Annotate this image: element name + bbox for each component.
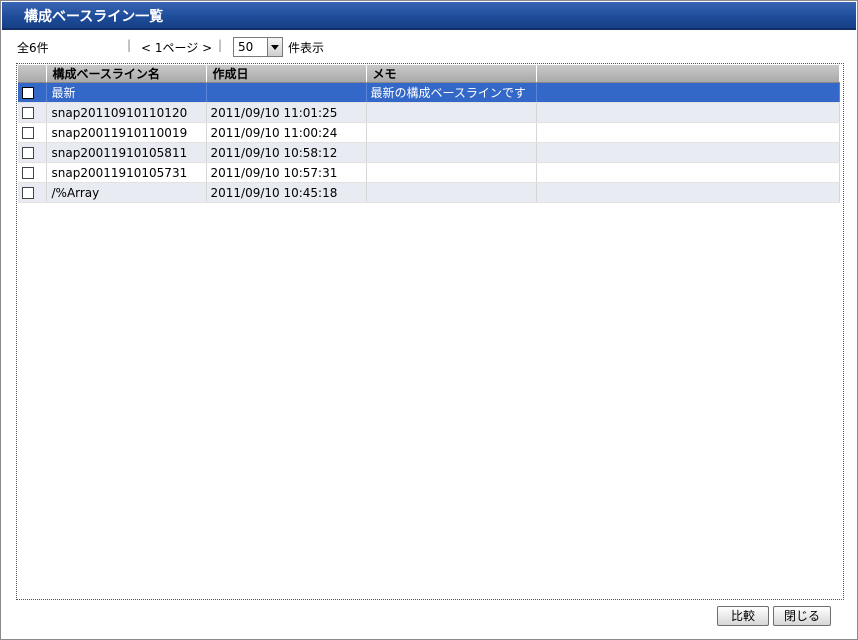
cell-date: 2011/09/10 10:57:31: [206, 162, 367, 183]
cell-filler: [536, 102, 840, 123]
page-navigator[interactable]: < 1ページ >: [141, 39, 212, 56]
table-row[interactable]: snap20011910110019 2011/09/10 11:00:24: [18, 122, 840, 143]
row-checkbox[interactable]: [22, 127, 34, 139]
window-title: 構成ベースライン一覧: [24, 9, 164, 25]
cell-date: 2011/09/10 10:45:18: [206, 182, 367, 203]
close-button[interactable]: 閉じる: [773, 606, 831, 626]
table-row[interactable]: snap20110910110120 2011/09/10 11:01:25: [18, 102, 840, 123]
cell-memo: [366, 162, 537, 183]
cell-filler: [536, 82, 840, 103]
cell-filler: [536, 122, 840, 143]
cell-name: /%Array: [46, 182, 207, 203]
column-header-memo[interactable]: メモ: [366, 65, 537, 83]
column-header-name[interactable]: 構成ベースライン名: [46, 65, 207, 83]
cell-name: snap20011910105731: [46, 162, 207, 183]
baseline-table: 構成ベースライン名 作成日 メモ 最新 最新の構成ベースラインです snap20…: [18, 65, 840, 203]
table-header: 構成ベースライン名 作成日 メモ: [18, 65, 840, 83]
cell-name: snap20011910110019: [46, 122, 207, 143]
dialog-window: 構成ベースライン一覧 全6件 | < 1ページ > | 50 件表示 構成ベース…: [0, 0, 858, 640]
cell-date: [206, 82, 367, 103]
cell-name: snap20110910110120: [46, 102, 207, 123]
row-checkbox[interactable]: [22, 147, 34, 159]
cell-date: 2011/09/10 10:58:12: [206, 142, 367, 163]
row-checkbox[interactable]: [22, 87, 34, 99]
page-size-value: 50: [238, 40, 254, 54]
header-checkbox-col: [18, 65, 47, 83]
chevron-down-icon[interactable]: [267, 38, 282, 56]
total-count: 全6件: [17, 41, 49, 55]
cell-name: 最新: [46, 82, 207, 103]
column-header-filler: [536, 65, 840, 83]
page-size-label: 件表示: [288, 41, 325, 55]
table-row[interactable]: /%Array 2011/09/10 10:45:18: [18, 182, 840, 203]
cell-filler: [536, 162, 840, 183]
cell-memo: 最新の構成ベースラインです: [366, 82, 537, 103]
separator: |: [127, 38, 132, 52]
cell-filler: [536, 142, 840, 163]
table-row[interactable]: snap20011910105731 2011/09/10 10:57:31: [18, 162, 840, 183]
table-row[interactable]: snap20011910105811 2011/09/10 10:58:12: [18, 142, 840, 163]
cell-date: 2011/09/10 11:00:24: [206, 122, 367, 143]
page-size-select[interactable]: 50: [233, 37, 283, 57]
list-toolbar: 全6件 | < 1ページ > | 50 件表示: [17, 37, 837, 57]
cell-name: snap20011910105811: [46, 142, 207, 163]
cell-date: 2011/09/10 11:01:25: [206, 102, 367, 123]
cell-filler: [536, 182, 840, 203]
cell-memo: [366, 122, 537, 143]
cell-memo: [366, 102, 537, 123]
cell-memo: [366, 142, 537, 163]
separator: |: [218, 38, 223, 52]
compare-button[interactable]: 比較: [717, 606, 769, 626]
row-checkbox[interactable]: [22, 167, 34, 179]
cell-memo: [366, 182, 537, 203]
title-bar: 構成ベースライン一覧: [2, 2, 856, 30]
baseline-list: 構成ベースライン名 作成日 メモ 最新 最新の構成ベースラインです snap20…: [16, 63, 844, 600]
row-checkbox[interactable]: [22, 187, 34, 199]
row-checkbox[interactable]: [22, 107, 34, 119]
column-header-date[interactable]: 作成日: [206, 65, 367, 83]
table-row[interactable]: 最新 最新の構成ベースラインです: [18, 82, 840, 103]
